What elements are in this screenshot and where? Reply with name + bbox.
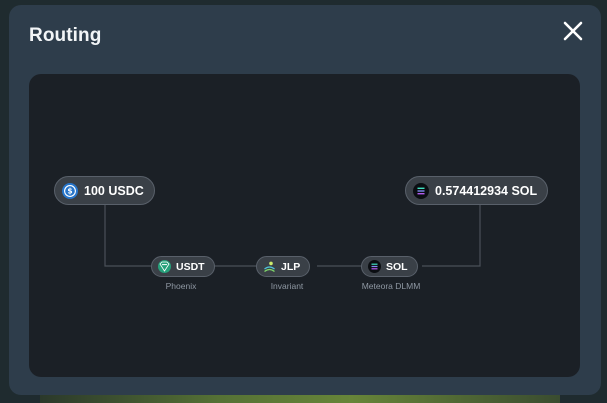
link-hop3-to-output bbox=[422, 204, 481, 267]
usdc-icon: $ bbox=[62, 182, 78, 199]
usdt-icon bbox=[158, 260, 171, 273]
close-button[interactable] bbox=[559, 17, 587, 45]
routing-modal: Routing $ 100 USDC 0.574412934 SOL USDT … bbox=[9, 5, 601, 395]
jlp-icon bbox=[263, 260, 276, 273]
output-amount: 0.574412934 SOL bbox=[435, 183, 538, 198]
close-icon bbox=[563, 21, 583, 41]
route-hop-jlp: JLP bbox=[256, 256, 311, 277]
route-panel: $ 100 USDC 0.574412934 SOL USDT Phoenix … bbox=[29, 74, 580, 377]
hop-token-label: SOL bbox=[386, 260, 408, 273]
route-input-node: $ 100 USDC bbox=[54, 176, 155, 205]
sol-icon bbox=[368, 260, 381, 273]
modal-title: Routing bbox=[29, 25, 102, 46]
hop-dex-label: Phoenix bbox=[165, 281, 197, 291]
route-links bbox=[104, 204, 481, 267]
link-input-to-hop1 bbox=[104, 204, 151, 267]
hop-dex-label: Meteora DLMM bbox=[361, 281, 421, 291]
input-amount: 100 USDC bbox=[84, 183, 144, 198]
route-output-node: 0.574412934 SOL bbox=[405, 176, 549, 205]
hop-dex-label: Invariant bbox=[270, 281, 304, 291]
route-hop-sol: SOL bbox=[361, 256, 418, 277]
sol-icon bbox=[413, 182, 429, 199]
hop-token-label: USDT bbox=[176, 260, 205, 273]
svg-text:$: $ bbox=[67, 186, 72, 195]
route-hop-usdt: USDT bbox=[151, 256, 215, 277]
hop-token-label: JLP bbox=[281, 260, 301, 273]
